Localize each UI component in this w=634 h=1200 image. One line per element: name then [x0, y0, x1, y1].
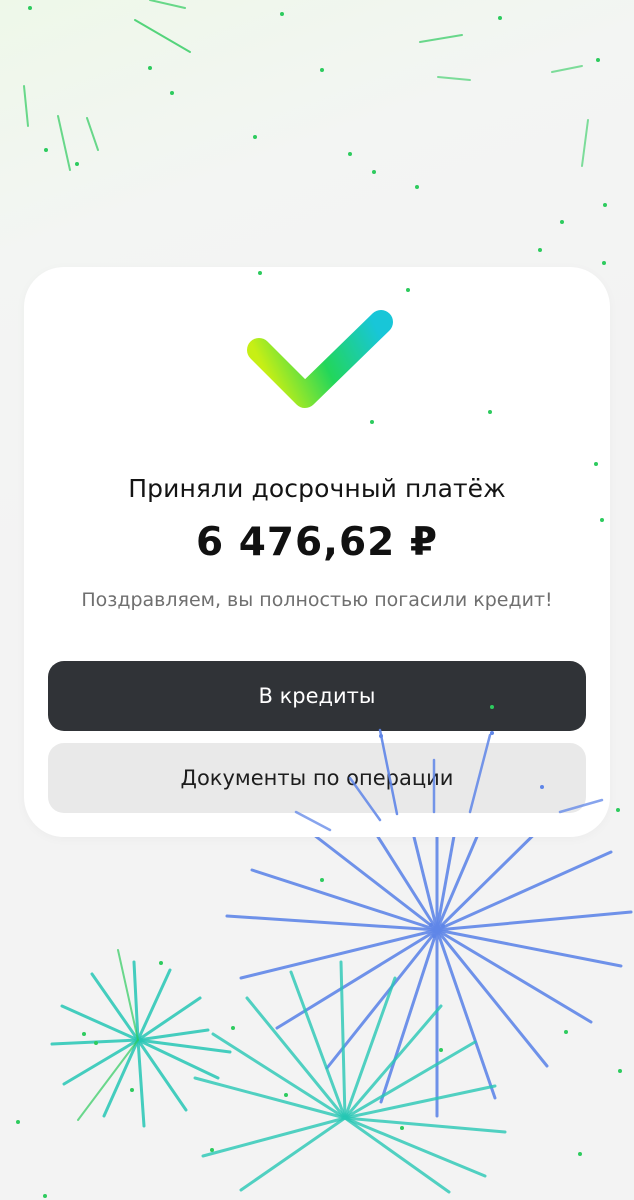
payment-status-title: Приняли досрочный платёж: [128, 474, 506, 503]
payment-amount: 6 476,62 ₽: [196, 520, 438, 565]
checkmark-icon: [247, 310, 393, 408]
operation-documents-button-label: Документы по операции: [180, 766, 454, 790]
to-loans-button[interactable]: В кредиты: [48, 661, 586, 731]
operation-documents-button[interactable]: Документы по операции: [48, 743, 586, 813]
to-loans-button-label: В кредиты: [258, 684, 376, 708]
payment-status-message: Поздравляем, вы полностью погасили креди…: [81, 589, 553, 611]
